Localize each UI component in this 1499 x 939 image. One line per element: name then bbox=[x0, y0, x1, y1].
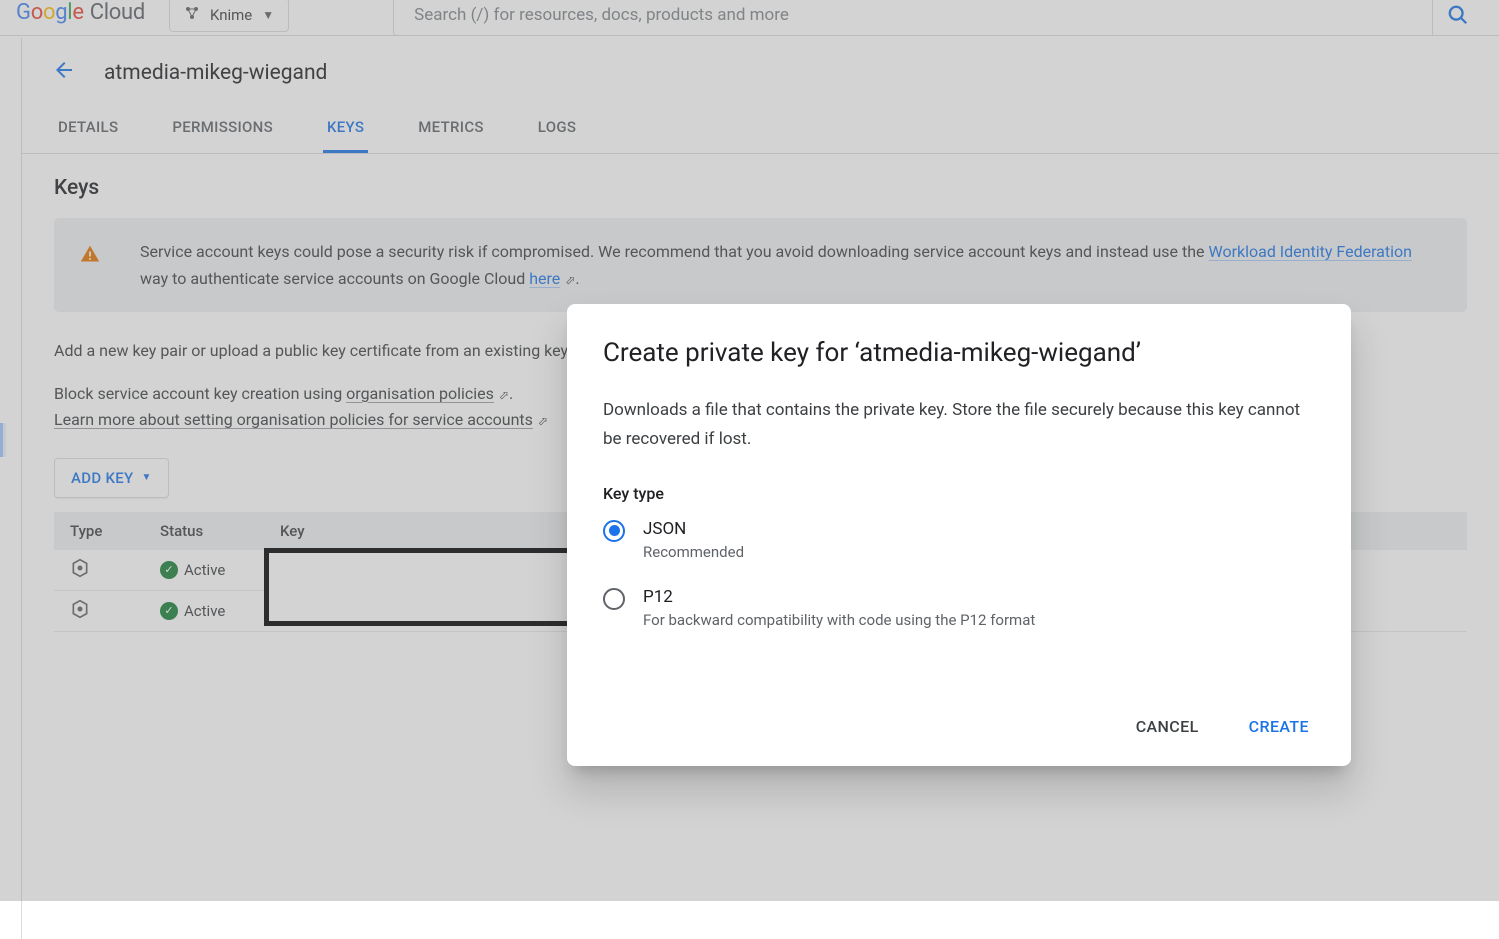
dialog-title: Create private key for ‘atmedia-mikeg-wi… bbox=[603, 338, 1315, 368]
cancel-button[interactable]: CANCEL bbox=[1130, 709, 1205, 744]
radio-label: P12 bbox=[643, 587, 1035, 607]
key-type-label: Key type bbox=[603, 484, 1315, 503]
dialog-description: Downloads a file that contains the priva… bbox=[603, 396, 1315, 454]
radio-option-json[interactable]: JSON Recommended bbox=[603, 519, 1315, 561]
radio-label: JSON bbox=[643, 519, 744, 539]
radio-button[interactable] bbox=[603, 520, 625, 542]
radio-selected-dot bbox=[609, 525, 620, 536]
radio-option-p12[interactable]: P12 For backward compatibility with code… bbox=[603, 587, 1315, 629]
create-button[interactable]: CREATE bbox=[1243, 709, 1315, 744]
radio-sublabel: Recommended bbox=[643, 543, 744, 561]
radio-button[interactable] bbox=[603, 588, 625, 610]
radio-sublabel: For backward compatibility with code usi… bbox=[643, 611, 1035, 629]
dialog-actions: CANCEL CREATE bbox=[603, 709, 1315, 744]
create-key-dialog: Create private key for ‘atmedia-mikeg-wi… bbox=[567, 304, 1351, 766]
